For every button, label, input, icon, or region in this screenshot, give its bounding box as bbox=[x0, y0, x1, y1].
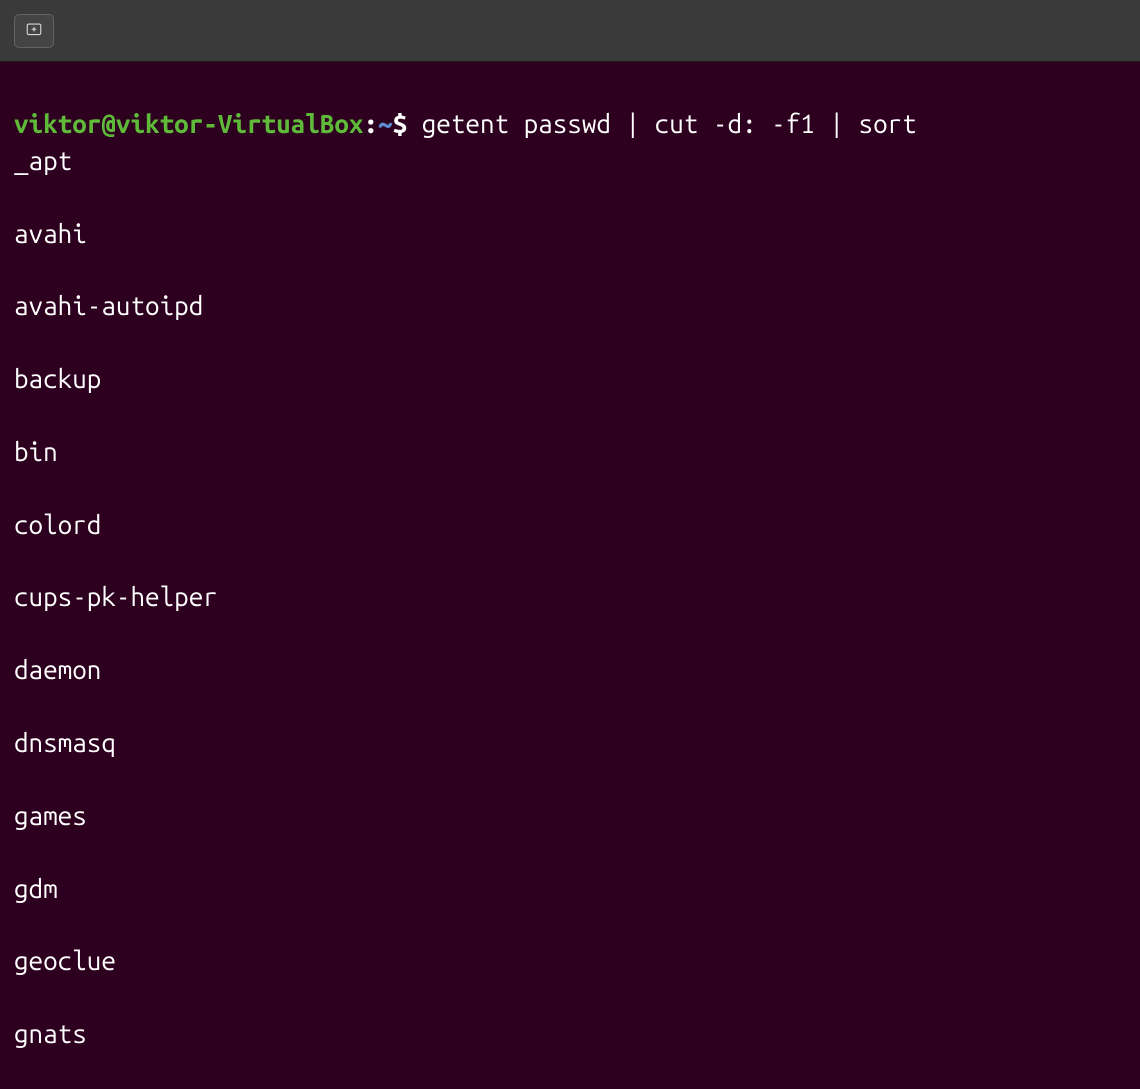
output-line: gnats bbox=[14, 1016, 1126, 1052]
output-line: games bbox=[14, 798, 1126, 834]
output-line: gdm bbox=[14, 871, 1126, 907]
output-line: avahi-autoipd bbox=[14, 288, 1126, 324]
new-tab-icon bbox=[25, 12, 43, 48]
terminal-titlebar bbox=[0, 0, 1140, 62]
output-line: _apt bbox=[14, 143, 1126, 179]
prompt-separator: : bbox=[363, 109, 378, 138]
output-line: avahi bbox=[14, 216, 1126, 252]
output-line: cups-pk-helper bbox=[14, 579, 1126, 615]
output-line: bin bbox=[14, 434, 1126, 470]
prompt-line: viktor@viktor-VirtualBox:~$ getent passw… bbox=[14, 109, 917, 138]
output-line: dnsmasq bbox=[14, 725, 1126, 761]
prompt-user-host: viktor@viktor-VirtualBox bbox=[14, 109, 363, 138]
prompt-path: ~ bbox=[378, 109, 393, 138]
output-line: colord bbox=[14, 507, 1126, 543]
terminal-content[interactable]: viktor@viktor-VirtualBox:~$ getent passw… bbox=[0, 62, 1140, 1089]
command-text: getent passwd | cut -d: -f1 | sort bbox=[422, 109, 917, 138]
output-line: daemon bbox=[14, 652, 1126, 688]
output-line: geoclue bbox=[14, 943, 1126, 979]
prompt-symbol: $ bbox=[393, 109, 408, 138]
new-tab-button[interactable] bbox=[14, 14, 54, 48]
output-line: backup bbox=[14, 361, 1126, 397]
